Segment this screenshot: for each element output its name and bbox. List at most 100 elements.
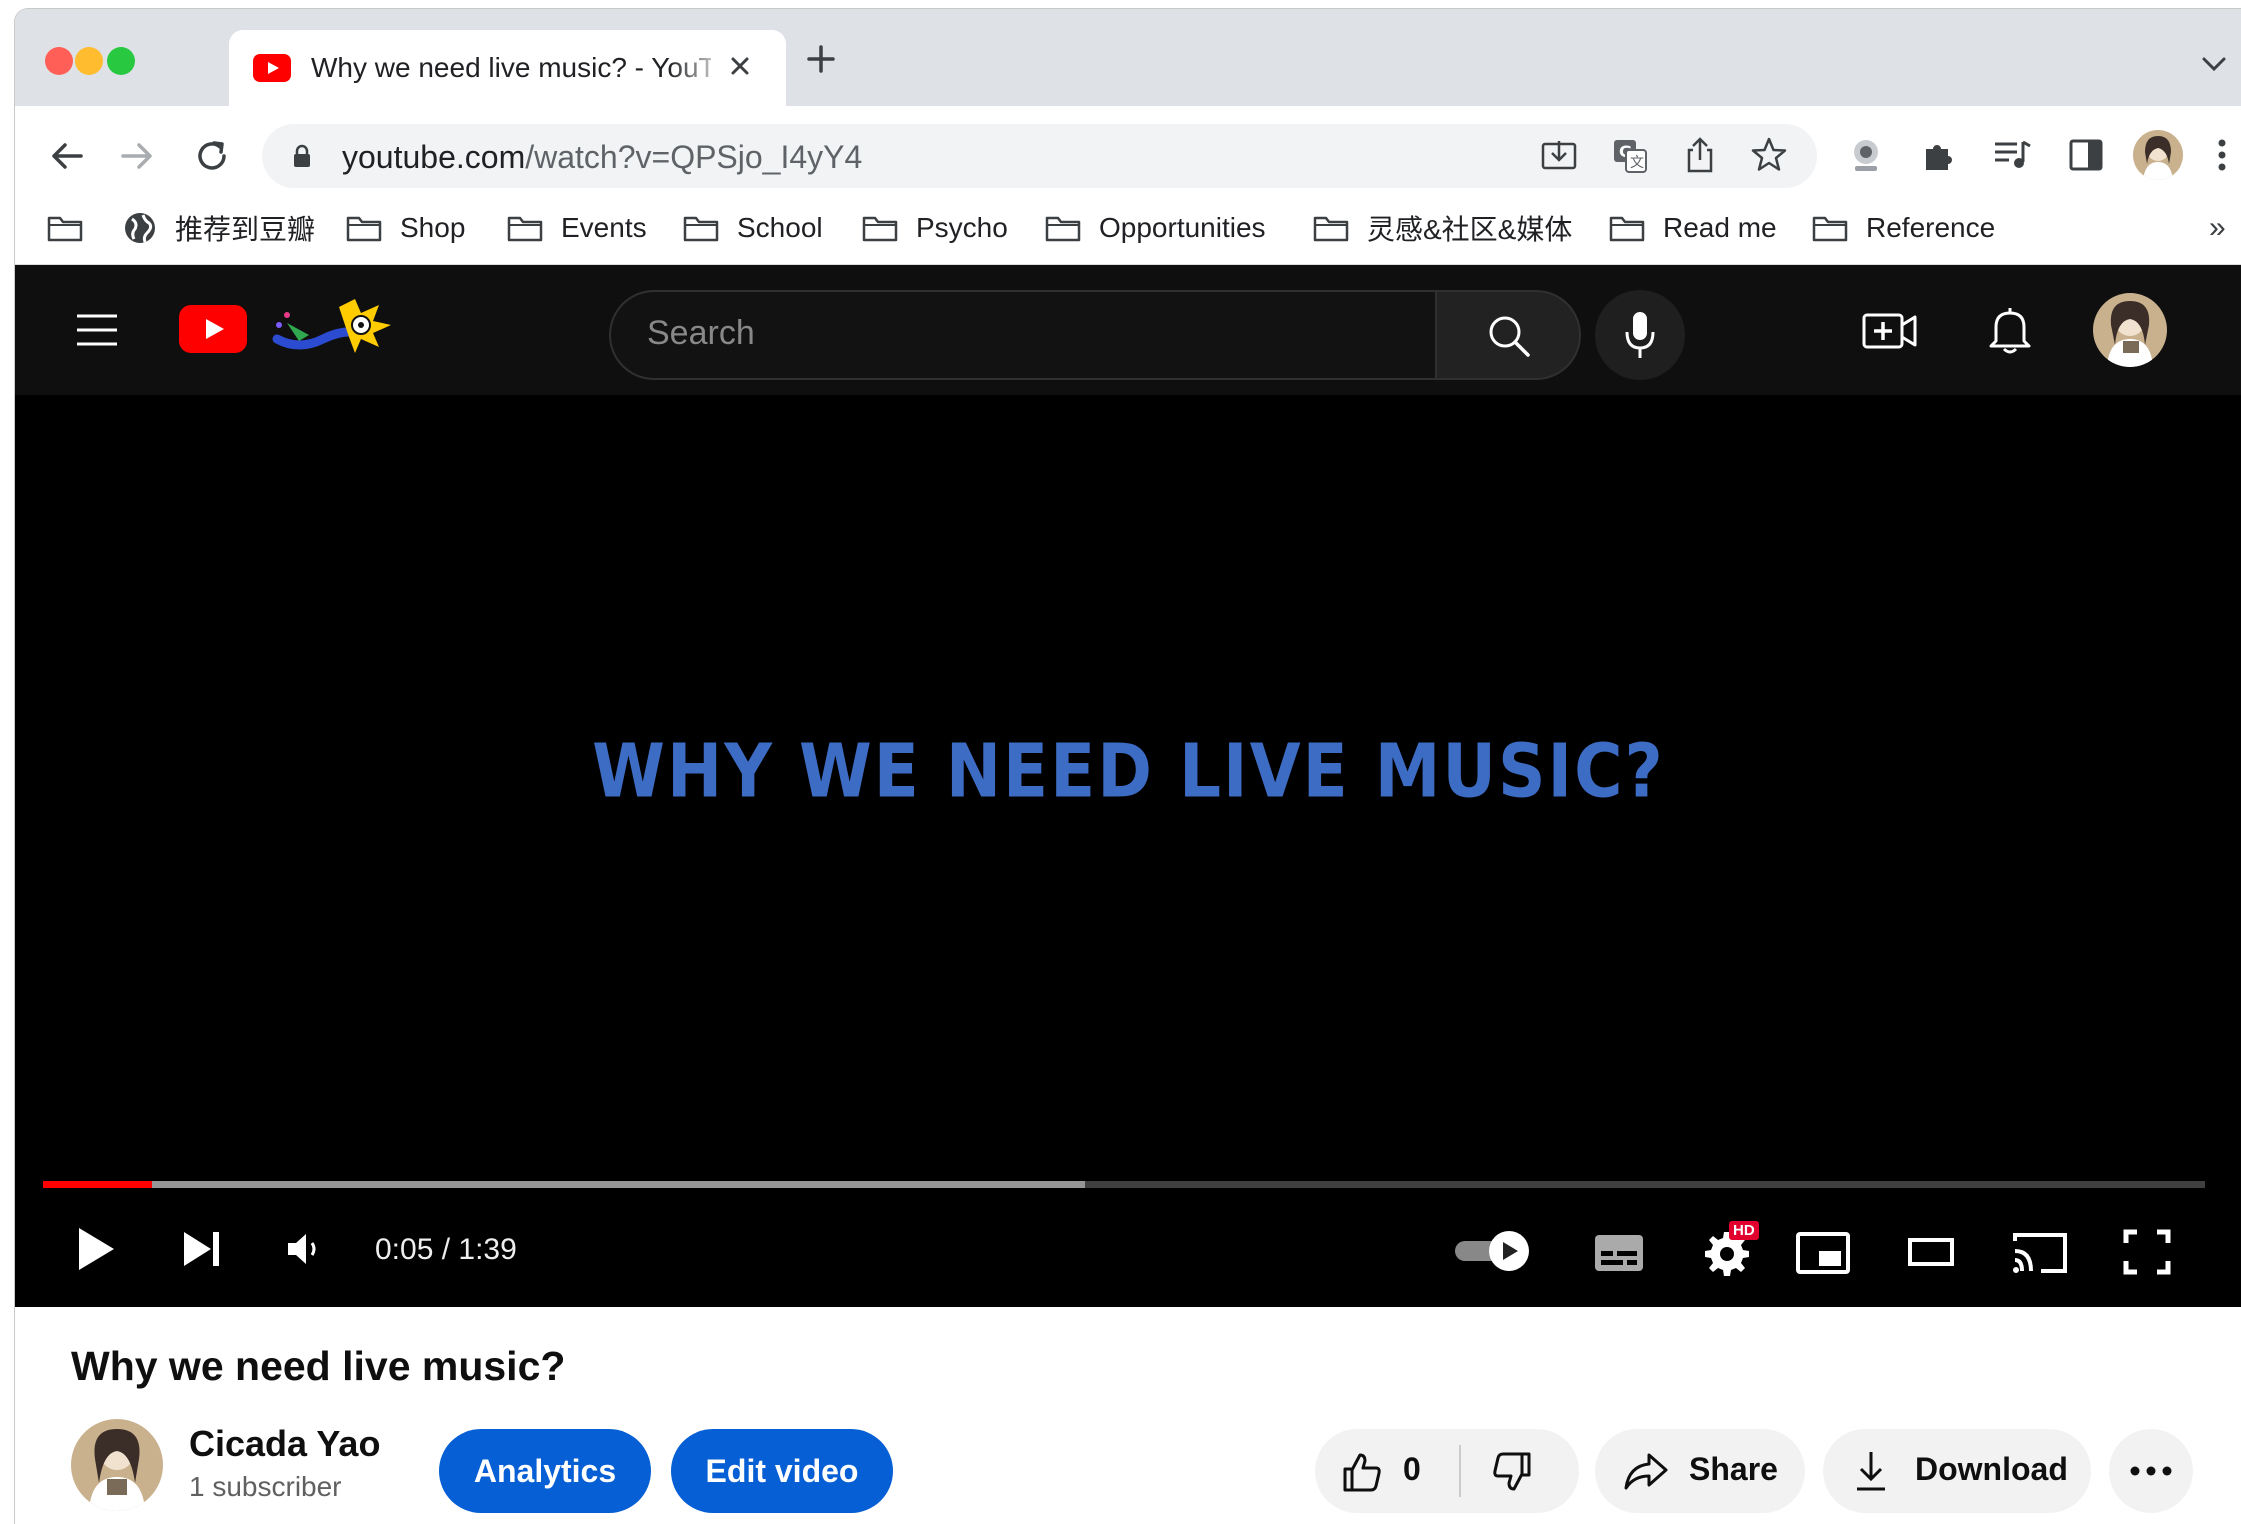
url-host: youtube.com [342, 139, 526, 175]
next-video-icon[interactable] [181, 1229, 223, 1269]
url-path: /watch?v=QPSjo_I4yY4 [525, 139, 863, 175]
theater-mode-icon[interactable] [1907, 1237, 1955, 1267]
install-app-icon[interactable] [1540, 138, 1578, 174]
video-title: Why we need live music? [71, 1343, 566, 1389]
search-field[interactable]: Search [609, 290, 1435, 380]
tab-title: Why we need live music? - YouTube [311, 52, 711, 83]
share-arrow-icon [1623, 1451, 1669, 1491]
url-text: youtube.com/watch?v=QPSjo_I4yY4 [342, 139, 862, 176]
folder-icon [1812, 214, 1848, 242]
cast-icon[interactable] [2011, 1229, 2069, 1275]
channel-name[interactable]: Cicada Yao [189, 1423, 380, 1465]
account-avatar[interactable] [2093, 293, 2167, 367]
address-bar[interactable]: youtube.com/watch?v=QPSjo_I4yY4 G文 [262, 124, 1817, 188]
close-tab-icon[interactable] [726, 52, 754, 80]
channel-avatar[interactable] [71, 1419, 163, 1511]
youtube-favicon-icon [253, 54, 291, 82]
bookmark-folder-read-me[interactable]: Read me [1609, 195, 1777, 261]
bookmark-folder-reference[interactable]: Reference [1812, 195, 1995, 261]
bookmark-star-icon[interactable] [1750, 136, 1788, 174]
bookmark-label: 灵感&社区&媒体 [1367, 214, 1573, 245]
like-divider [1459, 1445, 1461, 1497]
bookmark-folder-unnamed[interactable] [47, 195, 83, 261]
voice-search-button[interactable] [1595, 290, 1685, 380]
notifications-bell-icon[interactable] [1988, 305, 2032, 355]
progress-played [43, 1181, 153, 1188]
play-icon[interactable] [75, 1225, 117, 1273]
browser-menu-icon[interactable] [2217, 138, 2227, 172]
bookmark-label: Reference [1866, 212, 1996, 243]
forward-icon[interactable] [119, 138, 155, 174]
bookmark-label: Read me [1663, 212, 1777, 243]
like-dislike-group: 0 [1315, 1429, 1579, 1513]
folder-icon [507, 214, 543, 242]
fullscreen-icon[interactable] [2123, 1229, 2171, 1275]
translate-icon[interactable]: G文 [1612, 138, 1648, 174]
youtube-doodle-icon[interactable] [269, 295, 399, 357]
new-tab-icon[interactable] [805, 43, 837, 75]
minimize-window-button[interactable] [75, 47, 103, 75]
bookmark-folder-events[interactable]: Events [507, 195, 647, 261]
hamburger-menu-icon[interactable] [75, 313, 119, 347]
more-horizontal-icon [2129, 1465, 2173, 1477]
bookmark-label: Events [561, 212, 647, 243]
download-icon [1853, 1449, 1889, 1493]
volume-icon[interactable] [285, 1231, 325, 1267]
youtube-logo-icon[interactable] [179, 305, 247, 353]
subscriber-count: 1 subscriber [189, 1471, 342, 1502]
bookmark-label: Opportunities [1099, 212, 1266, 243]
autoplay-toggle[interactable] [1451, 1229, 1535, 1273]
bookmark-label: Psycho [916, 212, 1008, 243]
dislike-icon[interactable] [1491, 1451, 1533, 1493]
lock-icon[interactable] [292, 144, 312, 168]
share-page-icon[interactable] [1684, 136, 1716, 174]
back-icon[interactable] [49, 138, 85, 174]
edit-video-button[interactable]: Edit video [671, 1429, 893, 1513]
folder-icon [1609, 214, 1645, 242]
globe-icon [123, 211, 157, 245]
youtube-header: Search [15, 265, 2241, 395]
progress-buffered [43, 1181, 1085, 1188]
close-window-button[interactable] [45, 47, 73, 75]
analytics-button[interactable]: Analytics [439, 1429, 651, 1513]
extensions-puzzle-icon[interactable] [1921, 137, 1957, 173]
extension-webcam-icon[interactable] [1847, 136, 1885, 174]
profile-avatar[interactable] [2133, 130, 2183, 180]
media-queue-icon[interactable] [1993, 138, 2033, 172]
reload-icon[interactable] [193, 137, 231, 175]
create-video-icon[interactable] [1861, 309, 1919, 353]
more-bookmarks-button[interactable]: » [2209, 195, 2226, 261]
video-frame-text: WHY WE NEED LIVE MUSIC? [592, 728, 1665, 815]
bookmark-folder-psycho[interactable]: Psycho [862, 195, 1008, 261]
tab-strip: Why we need live music? - YouTube [15, 9, 2241, 106]
bookmark-folder-inspiration[interactable]: 灵感&社区&媒体 [1313, 195, 1572, 261]
screen: Why we need live music? - YouTube [0, 0, 2241, 1524]
search-input[interactable]: Search [647, 314, 755, 353]
bookmark-folder-shop[interactable]: Shop [346, 195, 465, 261]
bookmarks-bar: 推荐到豆瓣 Shop Events School Psycho Opportun… [15, 195, 2241, 265]
folder-icon [47, 214, 83, 242]
tab-search-chevron-icon[interactable] [2201, 55, 2227, 73]
zoom-window-button[interactable] [107, 47, 135, 75]
miniplayer-icon[interactable] [1795, 1231, 1851, 1275]
time-display: 0:05 / 1:39 [375, 1233, 517, 1266]
bookmark-folder-school[interactable]: School [683, 195, 823, 261]
subtitles-icon[interactable] [1593, 1233, 1645, 1273]
tab-active[interactable]: Why we need live music? - YouTube [229, 30, 786, 106]
microphone-icon [1623, 310, 1657, 360]
folder-icon [862, 214, 898, 242]
side-panel-icon[interactable] [2069, 138, 2103, 172]
video-player[interactable]: WHY WE NEED LIVE MUSIC? 0:05 / 1:39 HD [15, 395, 2241, 1307]
browser-toolbar: youtube.com/watch?v=QPSjo_I4yY4 G文 [15, 106, 2241, 204]
more-actions-button[interactable] [2109, 1429, 2193, 1513]
bookmark-folder-opportunities[interactable]: Opportunities [1045, 195, 1266, 261]
progress-bar[interactable] [43, 1181, 2205, 1188]
download-label: Download [1915, 1451, 2068, 1487]
folder-icon [346, 214, 382, 242]
share-button[interactable]: Share [1595, 1429, 1805, 1513]
like-icon[interactable] [1341, 1451, 1383, 1493]
share-label: Share [1689, 1451, 1778, 1487]
search-button[interactable] [1435, 290, 1581, 380]
bookmark-douban[interactable]: 推荐到豆瓣 [123, 195, 315, 261]
download-button[interactable]: Download [1823, 1429, 2091, 1513]
